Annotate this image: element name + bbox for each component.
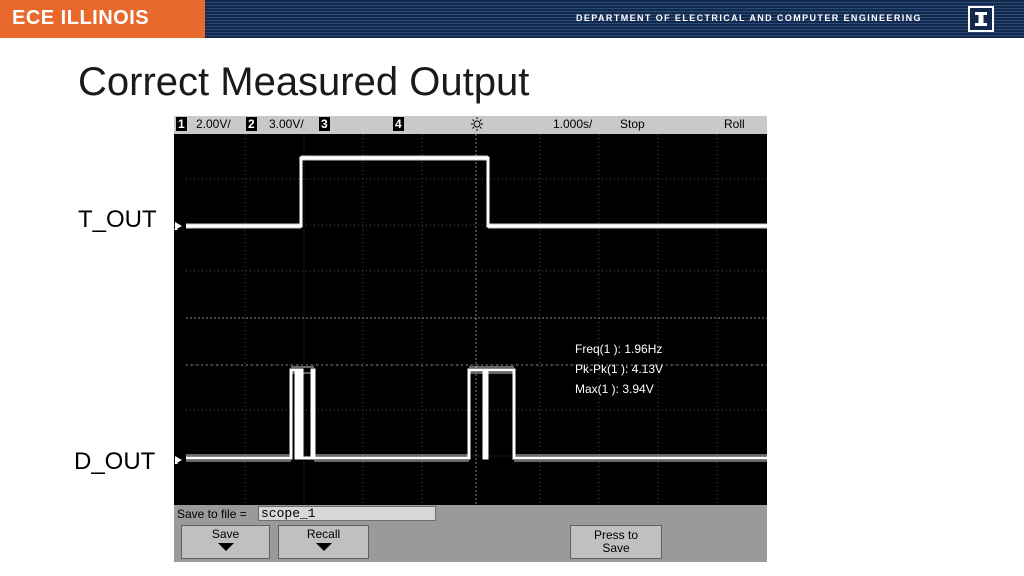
slide-title: Correct Measured Output (78, 60, 530, 104)
recall-button-label: Recall (306, 527, 341, 541)
measurement-readout: Freq(1 ): 1.96Hz Pk-Pk(1 ): 4.13V Max(1 … (575, 342, 663, 396)
press-to-save-button[interactable]: Press to Save (570, 525, 662, 559)
header-bar: ECE ILLINOIS DEPARTMENT OF ELECTRICAL AN… (0, 0, 1024, 38)
waveform-display: 2 1 Freq(1 ): 1.96Hz Pk-Pk(1 ): 4.13V Ma… (174, 134, 767, 505)
channel-1-indicator[interactable]: 1 (176, 117, 187, 131)
softkey-panel: Save to file = scope_1 Save Recall Press… (174, 505, 767, 562)
ch1-marker-label: 1 (174, 457, 179, 466)
timebase-value: 1.000s/ (553, 117, 593, 131)
save-to-file-label: Save to file = (177, 507, 247, 521)
acquisition-mode: Roll (724, 117, 745, 131)
t-out-label: T_OUT (78, 206, 157, 233)
recall-button[interactable]: Recall (278, 525, 369, 559)
channel-2-scale: 3.00V/ (269, 117, 304, 131)
run-state: Stop (620, 117, 645, 131)
department-name: DEPARTMENT OF ELECTRICAL AND COMPUTER EN… (576, 13, 922, 23)
logo-text: ECE ILLINOIS (12, 7, 150, 29)
channel-2-indicator[interactable]: 2 (246, 117, 257, 131)
d-out-label: D_OUT (74, 448, 156, 475)
measurement-max: Max(1 ): 3.94V (575, 382, 654, 396)
arrow-down-icon (315, 543, 332, 551)
channel-3-indicator[interactable]: 3 (319, 117, 330, 131)
save-button-label: Save (211, 527, 240, 541)
ece-illinois-logo: ECE ILLINOIS (0, 0, 205, 38)
arrow-down-icon (217, 543, 234, 551)
measurement-pk-pk: Pk-Pk(1 ): 4.13V (575, 362, 663, 376)
channel-4-indicator[interactable]: 4 (393, 117, 404, 131)
scope-status-bar: 1 2.00V/ 2 3.00V/ 3 4 1.000s/ Stop Roll (174, 116, 767, 134)
trigger-icon (470, 116, 484, 135)
channel-1-scale: 2.00V/ (196, 117, 231, 131)
press-to-save-line2: Save (602, 541, 630, 555)
block-i-logo-icon (968, 6, 994, 32)
save-button[interactable]: Save (181, 525, 270, 559)
press-to-save-line1: Press to (593, 528, 638, 542)
ch2-marker-label: 2 (174, 223, 179, 232)
measurement-freq: Freq(1 ): 1.96Hz (575, 342, 662, 356)
oscilloscope-screen: 1 2.00V/ 2 3.00V/ 3 4 1.000s/ Stop Roll (174, 116, 767, 562)
filename-field[interactable]: scope_1 (258, 506, 436, 521)
